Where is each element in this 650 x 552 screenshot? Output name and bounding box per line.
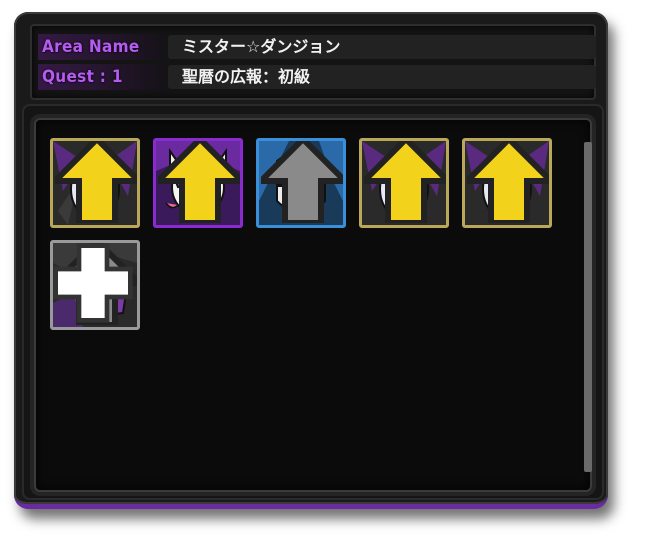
quest-result-panel: Area Name ミスター☆ダンジョン Quest : 1 聖暦の広報：初級 xyxy=(14,12,608,509)
quest-label: Quest : 1 xyxy=(38,64,164,90)
plus-icon xyxy=(53,243,133,323)
yellow-arrow-icon xyxy=(467,141,549,223)
quest-name-value: 聖暦の広報：初級 xyxy=(168,65,596,89)
grey-arrow-icon xyxy=(261,141,343,223)
yellow-arrow-icon xyxy=(158,141,240,223)
party-slot-1[interactable] xyxy=(50,138,140,228)
party-slot-4[interactable] xyxy=(359,138,449,228)
party-grid xyxy=(34,118,592,492)
party-scrollbar[interactable] xyxy=(584,142,592,472)
party-slot-6[interactable] xyxy=(50,240,140,330)
party-slot-3[interactable] xyxy=(256,138,346,228)
yellow-arrow-icon xyxy=(55,141,137,223)
area-name-value: ミスター☆ダンジョン xyxy=(168,35,596,59)
yellow-arrow-icon xyxy=(364,141,446,223)
party-slot-2[interactable] xyxy=(153,138,243,228)
party-slot-5[interactable] xyxy=(462,138,552,228)
quest-info-header: Area Name ミスター☆ダンジョン Quest : 1 聖暦の広報：初級 xyxy=(30,24,596,100)
area-name-label: Area Name xyxy=(38,34,164,60)
